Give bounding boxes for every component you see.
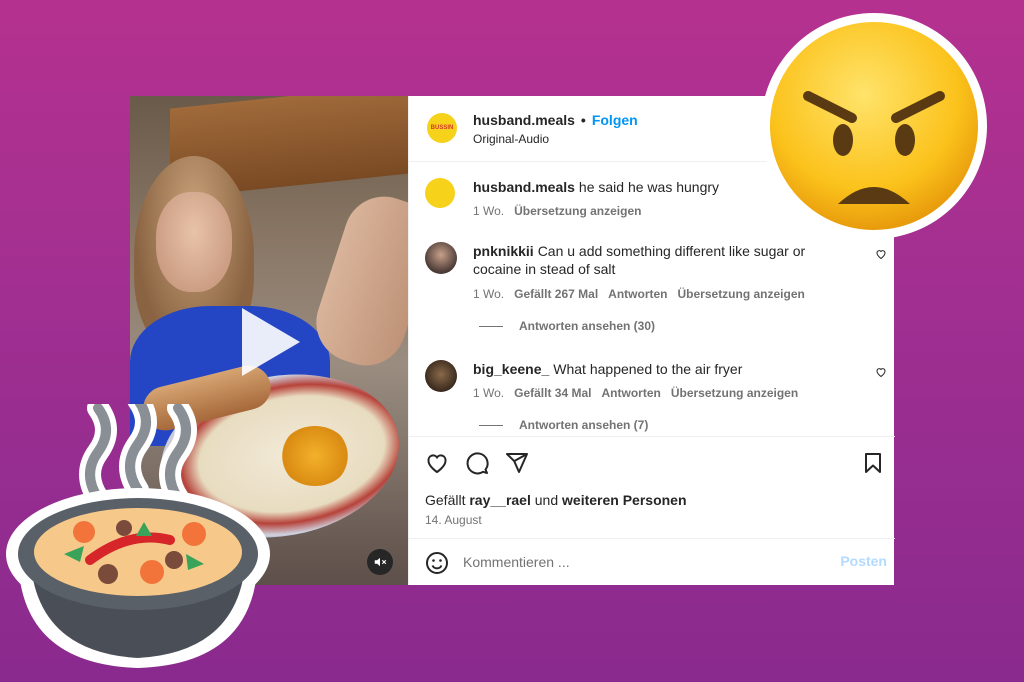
view-replies-button[interactable]: Antworten ansehen (30) <box>479 319 655 333</box>
action-bar: Gefällt ray__rael und weiteren Personen … <box>409 436 895 536</box>
comment-input[interactable] <box>463 551 823 573</box>
likes-others-link[interactable]: weiteren Personen <box>562 492 687 508</box>
comment-reply-button[interactable]: Antworten <box>608 287 667 301</box>
comment-author[interactable]: pnknikkii <box>473 243 534 259</box>
likes-conjunction: und <box>534 492 559 508</box>
caption-translate-link[interactable]: Übersetzung anzeigen <box>514 204 641 218</box>
caption-author[interactable]: husband.meals <box>473 179 575 195</box>
caption-body: he said he was hungry <box>578 179 720 195</box>
commenter-avatar[interactable] <box>425 360 457 392</box>
bookmark-icon[interactable] <box>861 451 885 475</box>
caption-author-avatar[interactable] <box>425 178 455 208</box>
separator-dot: • <box>580 112 586 128</box>
comment-composer: Posten <box>409 538 895 585</box>
heart-icon[interactable] <box>425 451 449 475</box>
emoji-icon[interactable] <box>425 551 449 580</box>
post-date[interactable]: 14. August <box>425 513 482 527</box>
comment-text: big_keene_ What happened to the air fryer <box>473 360 853 378</box>
play-icon[interactable] <box>242 308 300 376</box>
author-line: husband.meals • Folgen <box>473 112 638 128</box>
video-frame-person-face <box>156 192 232 292</box>
post-comment-button[interactable]: Posten <box>840 553 887 569</box>
audio-label[interactable]: Original-Audio <box>473 132 549 146</box>
comment-author[interactable]: big_keene_ <box>473 361 549 377</box>
avatar-logo-text: BUSSIN <box>430 125 454 131</box>
video-frame-egg-yolk <box>280 426 350 486</box>
comment-heart-icon[interactable] <box>875 248 887 260</box>
comment-translate-link[interactable]: Übersetzung anzeigen <box>671 386 798 400</box>
author-username[interactable]: husband.meals <box>473 112 575 128</box>
comment-icon[interactable] <box>465 451 489 475</box>
comment-age[interactable]: 1 Wo. <box>473 386 504 400</box>
likes-prefix: Gefällt <box>425 492 466 508</box>
comment-body: What happened to the air fryer <box>553 361 743 377</box>
comment-like-count[interactable]: Gefällt 34 Mal <box>514 386 591 400</box>
comment-heart-icon[interactable] <box>875 366 887 378</box>
comment-meta: 1 Wo. Gefällt 267 Mal Antworten Übersetzung… <box>473 287 815 301</box>
angry-face-emoji-sticker <box>758 10 990 242</box>
comment-age[interactable]: 1 Wo. <box>473 287 504 301</box>
comment-text: pnknikkii Can u add something different l… <box>473 242 853 278</box>
comment-translate-link[interactable]: Übersetzung anzeigen <box>678 287 805 301</box>
comment-meta: 1 Wo. Gefällt 34 Mal Antworten Übersetzung … <box>473 386 808 400</box>
commenter-avatar[interactable] <box>425 242 457 274</box>
speaker-muted-icon[interactable] <box>367 549 393 575</box>
caption-age[interactable]: 1 Wo. <box>473 204 504 218</box>
send-icon[interactable] <box>505 451 529 475</box>
author-avatar[interactable]: BUSSIN <box>427 113 457 143</box>
soup-pot-sticker <box>4 389 272 674</box>
likes-summary: Gefällt ray__rael und weiteren Personen <box>425 492 687 508</box>
comment-like-count[interactable]: Gefällt 267 Mal <box>514 287 598 301</box>
follow-button[interactable]: Folgen <box>592 112 638 128</box>
view-replies-button[interactable]: Antworten ansehen (7) <box>479 418 648 432</box>
comment-reply-button[interactable]: Antworten <box>602 386 661 400</box>
liker-username[interactable]: ray__rael <box>469 492 531 508</box>
caption-meta: 1 Wo. Übersetzung anzeigen <box>473 204 651 218</box>
